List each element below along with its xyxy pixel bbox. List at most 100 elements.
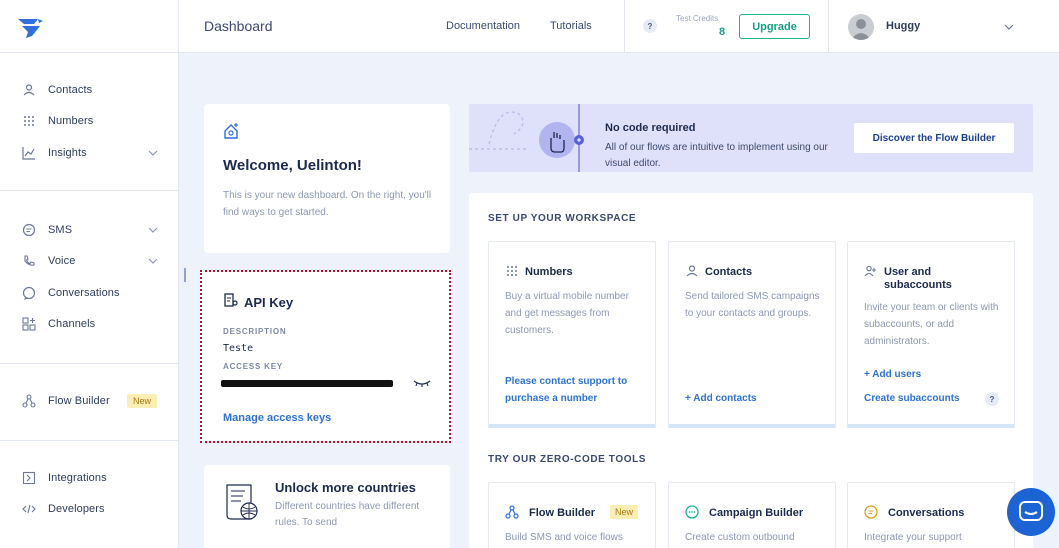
grid-plus-icon (22, 317, 36, 331)
messagebird-logo-icon[interactable] (16, 16, 44, 40)
sidebar-item-integrations[interactable]: Integrations (0, 466, 179, 490)
code-icon (22, 504, 36, 514)
users-subaccounts-tile: User and subaccounts Invite your team or… (847, 241, 1015, 428)
help-icon[interactable]: ? (985, 392, 999, 406)
chat-icon (1019, 501, 1043, 521)
conversations-tool-tile[interactable]: Conversations Integrate your support (847, 482, 1015, 548)
tile-title: Numbers (525, 266, 573, 278)
unlock-countries-description: Different countries have different rules… (275, 501, 420, 528)
help-icon[interactable]: ? (643, 19, 657, 33)
flow-icon (22, 394, 36, 408)
tile-description: Send tailored SMS campaigns to your cont… (685, 291, 820, 319)
tile-description: Integrate your support (864, 532, 962, 543)
chart-line-icon (22, 147, 35, 160)
sidebar-divider (0, 190, 179, 191)
chevron-down-icon[interactable] (148, 148, 158, 158)
sidebar-item-insights[interactable]: Insights (0, 141, 179, 165)
add-contacts-link[interactable]: + Add contacts (685, 390, 757, 407)
discover-flow-builder-button[interactable]: Discover the Flow Builder (854, 123, 1014, 153)
sidebar-item-label: Flow Builder (48, 395, 110, 407)
sidebar-item-contacts[interactable]: Contacts (0, 78, 179, 102)
eye-closed-icon[interactable] (413, 378, 431, 388)
sidebar-item-label: Numbers (48, 115, 94, 127)
sidebar-item-label: Channels (48, 318, 96, 330)
integrations-icon (22, 471, 36, 485)
unlock-countries-title: Unlock more countries (275, 480, 416, 495)
flow-icon (505, 505, 519, 519)
api-key-card: API Key DESCRIPTION Teste ACCESS KEY Man… (200, 270, 451, 443)
campaign-chat-icon (685, 505, 699, 519)
upgrade-button[interactable]: Upgrade (739, 14, 810, 39)
numbers-tile: Numbers Buy a virtual mobile number and … (488, 241, 656, 428)
user-name[interactable]: Huggy (886, 20, 920, 32)
tile-title: Conversations (888, 507, 965, 519)
tile-title: Contacts (705, 266, 753, 278)
test-credits-label: Test Credits (676, 14, 719, 23)
documentation-link[interactable]: Documentation (446, 20, 520, 32)
chevron-down-icon[interactable] (1004, 22, 1014, 32)
sidebar-item-channels[interactable]: Channels (0, 312, 179, 336)
tile-description: Buy a virtual mobile number and get mess… (505, 291, 629, 336)
avatar-person-icon (851, 19, 871, 40)
tile-description: Build SMS and voice flows (505, 532, 623, 543)
new-badge: New (127, 394, 158, 408)
user-icon (23, 84, 35, 96)
tile-title: Campaign Builder (709, 507, 804, 519)
banner-title: No code required (605, 122, 696, 134)
chat-launcher-button[interactable] (1007, 488, 1055, 536)
flow-builder-banner: No code required All of our flows are in… (469, 104, 1033, 172)
welcome-description: This is your new dashboard. On the right… (223, 190, 432, 218)
sidebar-item-label: Contacts (48, 84, 93, 96)
top-bar: Dashboard Documentation Tutorials ? Test… (179, 0, 1059, 53)
sidebar-item-label: Insights (48, 147, 87, 159)
contacts-tile: Contacts Send tailored SMS campaigns to … (668, 241, 836, 428)
sidebar-item-developers[interactable]: Developers (0, 497, 179, 521)
test-credits-value: 8 (719, 26, 726, 38)
banner-description: All of our flows are intuitive to implem… (605, 142, 828, 169)
sidebar-item-label: SMS (48, 224, 73, 236)
users-icon (864, 265, 876, 277)
campaign-builder-tool-tile[interactable]: Campaign Builder Create custom outbound (668, 482, 836, 548)
welcome-title: Welcome, Uelinton! (223, 157, 362, 174)
sidebar-item-voice[interactable]: Voice (0, 249, 179, 273)
tile-description: Create custom outbound (685, 532, 795, 543)
chevron-down-icon[interactable] (148, 225, 158, 235)
topbar-divider (828, 0, 829, 53)
scroll-indicator (184, 268, 186, 282)
conversation-icon (22, 286, 36, 300)
description-value: Teste (223, 343, 254, 354)
tile-title: User and subaccounts (884, 266, 952, 291)
phone-icon (24, 255, 35, 266)
unlock-countries-card: Unlock more countries Different countrie… (204, 465, 450, 548)
sidebar-item-label: Integrations (48, 472, 107, 484)
sidebar-item-conversations[interactable]: Conversations (0, 281, 179, 305)
dialpad-icon (24, 116, 34, 126)
user-icon (686, 265, 698, 277)
sidebar-item-sms[interactable]: SMS (0, 218, 179, 242)
tutorials-link[interactable]: Tutorials (550, 20, 592, 32)
topbar-divider (624, 0, 625, 53)
sidebar-item-label: Conversations (48, 287, 120, 299)
dialpad-icon (507, 266, 517, 276)
description-label: DESCRIPTION (223, 327, 287, 336)
workspace-panel: SET UP YOUR WORKSPACE Numbers Buy a virt… (469, 193, 1033, 548)
sidebar-item-flow-builder[interactable]: Flow Builder New (0, 389, 179, 413)
api-key-title: API Key (244, 295, 294, 310)
sidebar-item-label: Developers (48, 503, 105, 515)
flow-builder-tool-tile[interactable]: Flow Builder New Build SMS and voice flo… (488, 482, 656, 548)
sidebar-divider (0, 52, 179, 53)
tile-description: Invite your team or clients with subacco… (864, 302, 999, 347)
avatar[interactable] (848, 14, 874, 40)
manage-access-keys-link[interactable]: Manage access keys (223, 412, 331, 424)
zero-code-tools-header: TRY OUR ZERO-CODE TOOLS (488, 454, 647, 465)
create-subaccounts-link[interactable]: Create subaccounts (864, 390, 960, 407)
chevron-down-icon[interactable] (148, 256, 158, 266)
conversation-icon (864, 505, 878, 519)
sidebar-item-numbers[interactable]: Numbers (0, 109, 179, 133)
sidebar-divider (0, 363, 179, 364)
access-key-masked (221, 380, 393, 387)
add-users-link[interactable]: + Add users (864, 366, 921, 383)
setup-workspace-header: SET UP YOUR WORKSPACE (488, 213, 637, 224)
new-badge: New (610, 505, 639, 519)
contact-support-link[interactable]: Please contact support to purchase a num… (505, 373, 645, 407)
